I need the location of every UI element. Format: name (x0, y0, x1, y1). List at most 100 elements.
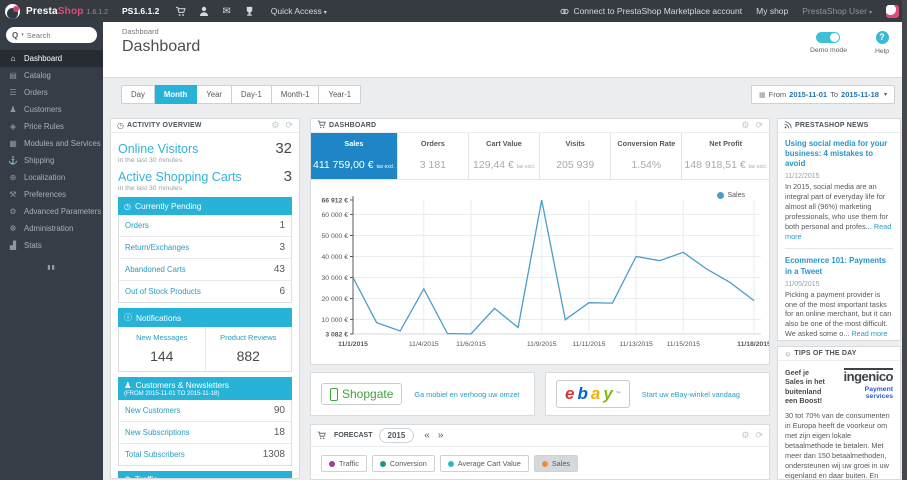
active-carts-value: 3 (283, 168, 292, 185)
news-article-title[interactable]: Using social media for your business: 4 … (785, 139, 893, 169)
sidebar-search[interactable]: Q ▾ (6, 27, 97, 43)
sidebar-item-advanced-parameters[interactable]: ⚙ Advanced Parameters (0, 203, 103, 220)
panel-title: FORECAST (334, 432, 373, 439)
sidebar-item-price-rules[interactable]: ◈ Price Rules (0, 118, 103, 135)
customers-icon[interactable] (199, 6, 209, 17)
filter-month-1-button[interactable]: Month-1 (271, 85, 320, 104)
active-carts-link[interactable]: Active Shopping Carts (118, 170, 242, 184)
previous-year-button[interactable]: « (420, 430, 434, 441)
truck-icon: ⚓ (8, 156, 18, 165)
kpi-tab-cart-value[interactable]: Cart Value 129,44 € tax excl. (469, 133, 541, 179)
sidebar-item-customers[interactable]: ♟ Customers (0, 101, 103, 118)
kpi-tab-conversion-rate[interactable]: Conversion Rate 1.54% (611, 133, 683, 179)
search-input[interactable] (26, 30, 85, 40)
news-article-excerpt: In 2015, social media are an integral pa… (785, 182, 892, 241)
gears-icon: ⚙ (9, 207, 17, 216)
date-range-picker[interactable]: ▦ From 2015-11-01 To 2015-11-18 ▾ (751, 85, 895, 104)
online-visitors-link[interactable]: Online Visitors (118, 142, 198, 156)
svg-text:11/11/2015: 11/11/2015 (572, 341, 605, 348)
sidebar-item-administration[interactable]: ☸ Administration (0, 220, 103, 237)
prestashop-logo-icon (5, 3, 20, 19)
link-icon (560, 8, 569, 14)
gear-icon[interactable]: ⚙ (741, 430, 749, 441)
help-button[interactable]: ? Help (875, 31, 889, 55)
trophy-icon[interactable] (244, 6, 255, 17)
page-header: Dashboard Dashboard Demo mode ? Help (103, 22, 907, 78)
cart-icon[interactable] (175, 6, 187, 17)
new-customers-link[interactable]: New Customers (125, 406, 180, 415)
orders-link[interactable]: Orders (125, 221, 149, 230)
filter-day-button[interactable]: Day (121, 85, 155, 104)
marketplace-link[interactable]: Connect to PrestaShop Marketplace accoun… (560, 6, 742, 16)
sidebar-item-localization[interactable]: ⊕ Localization (0, 169, 103, 186)
product-reviews-cell[interactable]: Product Reviews 882 (204, 327, 292, 371)
next-year-button[interactable]: » (434, 430, 448, 441)
returns-link[interactable]: Return/Exchanges (125, 243, 189, 252)
sidebar-item-modules[interactable]: ▦ Modules and Services (0, 135, 103, 152)
online-visitors-value: 32 (275, 140, 292, 157)
filter-year-button[interactable]: Year (197, 85, 233, 104)
bar-chart-icon: ▟ (9, 241, 17, 250)
abandoned-carts-link[interactable]: Abandoned Carts (125, 265, 186, 274)
traffic-dot-icon (329, 460, 335, 467)
news-article-title[interactable]: Ecommerce 101: Payments in a Tweet (785, 256, 893, 276)
chart-legend: Sales (717, 192, 745, 199)
gear-icon: ☸ (9, 224, 17, 233)
kpi-tab-sales[interactable]: Sales 411 759,00 € tax excl. (311, 133, 398, 179)
gear-icon[interactable]: ⚙ (271, 120, 279, 131)
refresh-icon[interactable]: ⟳ (755, 120, 763, 131)
kpi-tab-orders[interactable]: Orders 3 181 (398, 133, 469, 179)
shopgate-link[interactable]: Ga mobiel en verhoog uw omzet (414, 390, 519, 399)
filter-year-1-button[interactable]: Year-1 (319, 85, 362, 104)
filter-day-1-button[interactable]: Day-1 (232, 85, 272, 104)
demo-mode-label: Demo mode (809, 47, 847, 54)
sidebar-item-shipping[interactable]: ⚓ Shipping (0, 152, 103, 169)
kpi-tab-visits[interactable]: Visits 205 939 (540, 133, 612, 179)
wrench-icon: ⚒ (9, 190, 17, 199)
sidebar-item-dashboard[interactable]: ⌂ Dashboard (0, 50, 103, 67)
quick-access-menu[interactable]: Quick Access ▾ (271, 6, 327, 16)
news-article-date: 11/12/2015 (785, 173, 820, 181)
refresh-icon[interactable]: ⟳ (755, 430, 763, 441)
calendar-icon: ▦ (759, 91, 766, 99)
catalog-icon: ▤ (9, 71, 17, 80)
new-subscriptions-link[interactable]: New Subscriptions (125, 428, 190, 437)
out-of-stock-link[interactable]: Out of Stock Products (125, 287, 201, 296)
gear-icon[interactable]: ⚙ (741, 120, 749, 131)
ingenico-logo: ingenico Payment services (843, 368, 894, 401)
sidebar-item-orders[interactable]: ☰ Orders (0, 84, 103, 101)
filter-month-button[interactable]: Month (154, 85, 198, 104)
avatar[interactable] (886, 4, 899, 18)
clock-icon: ◷ (117, 121, 124, 130)
activity-overview-panel: ◷ ACTIVITY OVERVIEW ⚙ ⟳ Online Visitors 32… (110, 118, 300, 479)
table-row: Return/Exchanges 3 (119, 237, 291, 259)
ebay-banner: e b a y ™ Start uw eBay-winkel vandaag (545, 372, 770, 416)
svg-text:66 912 €: 66 912 € (322, 198, 349, 205)
total-subscribers-link[interactable]: Total Subscribers (125, 450, 185, 459)
sidebar-item-stats[interactable]: ▟ Stats (0, 237, 103, 254)
user-menu[interactable]: PrestaShop User ▾ (802, 6, 872, 16)
read-more-link[interactable]: Read more (851, 329, 887, 338)
panel-title: ACTIVITY OVERVIEW (126, 122, 202, 129)
breadcrumb: Dashboard (122, 27, 159, 36)
table-row: New Customers 90 (119, 400, 291, 422)
forecast-toggle-conversion[interactable]: Conversion (371, 455, 435, 472)
page-scrollbar[interactable] (902, 0, 907, 480)
demo-mode-toggle[interactable] (816, 32, 841, 43)
sales-dot-icon (541, 460, 548, 467)
sidebar-collapse-button[interactable]: ▮▮ (0, 264, 103, 271)
forecast-toggle-sales[interactable]: Sales (533, 455, 579, 472)
customers-icon: ♟ (9, 105, 17, 114)
my-shop-link[interactable]: My shop (756, 6, 788, 16)
refresh-icon[interactable]: ⟳ (285, 120, 293, 131)
kpi-tab-net-profit[interactable]: Net Profit 148 918,51 € tax excl. (682, 133, 769, 179)
forecast-toggle-traffic[interactable]: Traffic (321, 455, 367, 472)
forecast-toggle-average-cart-value[interactable]: Average Cart Value (439, 455, 529, 472)
lightbulb-icon: ☼ (784, 349, 792, 358)
svg-text:11/13/2015: 11/13/2015 (619, 341, 653, 348)
sidebar-item-catalog[interactable]: ▤ Catalog (0, 67, 103, 84)
messages-icon[interactable]: ✉ (222, 6, 230, 17)
new-messages-cell[interactable]: New Messages 144 (119, 327, 205, 371)
sidebar-item-preferences[interactable]: ⚒ Preferences (0, 186, 103, 203)
ebay-link[interactable]: Start uw eBay-winkel vandaag (642, 390, 740, 399)
